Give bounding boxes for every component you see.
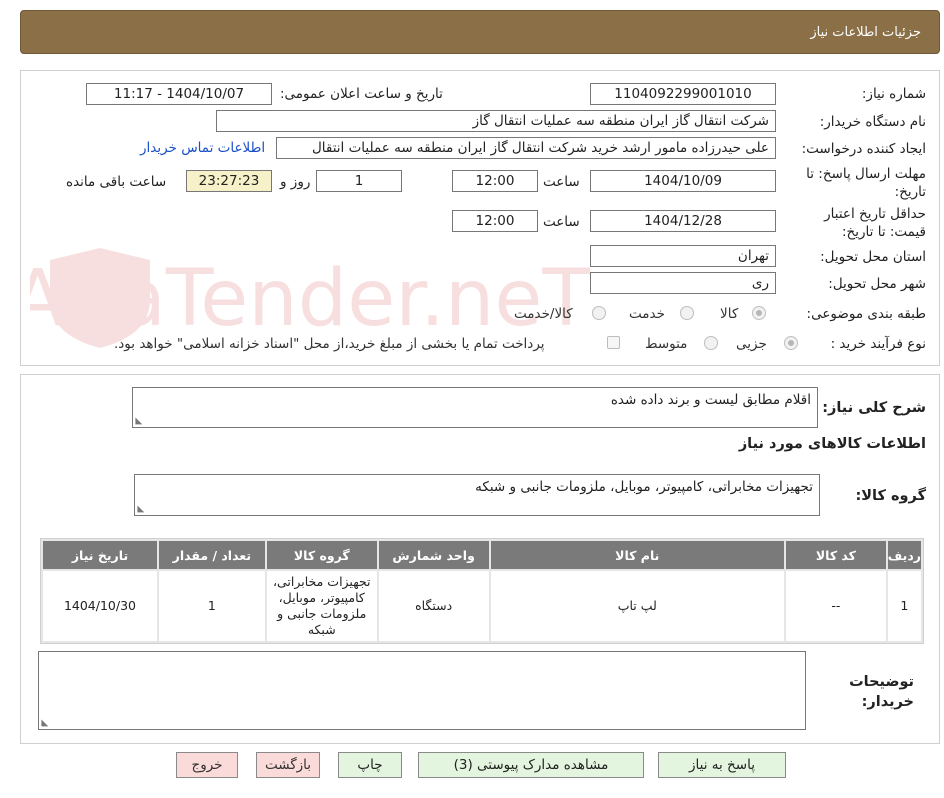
goods-group-textarea[interactable]: تجهیزات مخابراتی، کامپیوتر، موبایل، ملزو… — [134, 474, 820, 516]
cell-unit: دستگاه — [378, 571, 489, 641]
category-both-radio[interactable] — [592, 306, 606, 320]
col-goods-name: نام کالا — [490, 541, 784, 569]
process-minor-radio[interactable] — [784, 336, 798, 350]
col-quantity: تعداد / مقدار — [158, 541, 265, 569]
col-need-date: تاریخ نیاز — [43, 541, 157, 569]
province-label: استان محل تحویل: — [820, 249, 926, 265]
days-label: روز و — [280, 174, 311, 190]
cell-goods-group: تجهیزات مخابراتی، کامپیوتر، موبایل، ملزو… — [266, 571, 377, 641]
need-number-field: 1104092299001010 — [590, 83, 776, 105]
buyer-notes-label: توضیحات خریدار: — [849, 674, 914, 710]
print-button[interactable]: چاپ — [338, 752, 402, 778]
deadline-label: مهلت ارسال پاسخ: تا تاریخ: — [806, 166, 926, 200]
col-unit: واحد شمارش — [378, 541, 489, 569]
process-medium-label: متوسط — [645, 336, 688, 352]
cell-goods-code: -- — [785, 571, 886, 641]
page-title: جزئیات اطلاعات نیاز — [810, 25, 921, 40]
table-row: 1 -- لپ تاپ دستگاه تجهیزات مخابراتی، کام… — [43, 571, 921, 641]
category-service-radio[interactable] — [680, 306, 694, 320]
announce-label: تاریخ و ساعت اعلان عمومی: — [280, 86, 443, 102]
goods-section-title: اطلاعات کالاهای مورد نیاز — [738, 436, 926, 452]
cell-need-date: 1404/10/30 — [43, 571, 157, 641]
category-label: طبقه بندی موضوعی: — [806, 306, 926, 322]
need-number-label: شماره نیاز: — [861, 86, 926, 102]
treasury-payment-checkbox[interactable] — [607, 336, 620, 349]
price-validity-time-label: ساعت — [543, 214, 580, 230]
treasury-payment-note: پرداخت تمام یا بخشی از مبلغ خرید،از محل … — [114, 336, 545, 352]
resize-grip-icon[interactable]: ◢ — [39, 720, 49, 727]
buyer-org-field: شرکت انتقال گاز ایران منطقه سه عملیات ان… — [216, 110, 776, 132]
category-service-label: خدمت — [629, 306, 665, 322]
deadline-time-field: 12:00 — [452, 170, 538, 192]
category-goods-label: کالا — [720, 306, 739, 322]
city-field: ری — [590, 272, 776, 294]
price-validity-date-field: 1404/12/28 — [590, 210, 776, 232]
cell-row-number: 1 — [887, 571, 921, 641]
city-label: شهر محل تحویل: — [828, 276, 926, 292]
reply-button[interactable]: پاسخ به نیاز — [658, 752, 786, 778]
remaining-label: ساعت باقی مانده — [66, 174, 167, 190]
category-both-label: کالا/خدمت — [514, 306, 573, 322]
col-goods-group: گروه کالا — [266, 541, 377, 569]
process-minor-label: جزیی — [736, 336, 767, 352]
resize-grip-icon[interactable]: ◢ — [135, 506, 145, 513]
exit-button[interactable]: خروج — [176, 752, 238, 778]
deadline-time-label: ساعت — [543, 174, 580, 190]
category-goods-radio[interactable] — [752, 306, 766, 320]
col-goods-code: کد کالا — [785, 541, 886, 569]
process-label: نوع فرآیند خرید : — [830, 336, 926, 352]
goods-group-label: گروه کالا: — [855, 488, 926, 504]
buyer-org-label: نام دستگاه خریدار: — [819, 114, 926, 130]
requester-field: علی حیدرزاده مامور ارشد خرید شرکت انتقال… — [276, 137, 776, 159]
announce-field: 1404/10/07 - 11:17 — [86, 83, 272, 105]
attachments-button[interactable]: مشاهده مدارک پیوستی (3) — [418, 752, 644, 778]
col-row-number: ردیف — [887, 541, 921, 569]
back-button[interactable]: بازگشت — [256, 752, 320, 778]
description-label: شرح کلی نیاز: — [822, 400, 926, 416]
resize-grip-icon[interactable]: ◢ — [133, 418, 143, 425]
price-validity-label: حداقل تاریخ اعتبار قیمت: تا تاریخ: — [824, 206, 926, 240]
requester-label: ایجاد کننده درخواست: — [801, 141, 926, 157]
price-validity-time-field: 12:00 — [452, 210, 538, 232]
remaining-time-field: 23:27:23 — [186, 170, 272, 192]
process-medium-radio[interactable] — [704, 336, 718, 350]
description-textarea[interactable]: اقلام مطابق لیست و برند داده شده ◢ — [132, 387, 818, 428]
province-field: تهران — [590, 245, 776, 267]
goods-group-text: تجهیزات مخابراتی، کامپیوتر، موبایل، ملزو… — [475, 479, 813, 495]
cell-goods-name: لپ تاپ — [490, 571, 784, 641]
table-header-row: ردیف کد کالا نام کالا واحد شمارش گروه کا… — [43, 541, 921, 569]
days-field: 1 — [316, 170, 402, 192]
deadline-date-field: 1404/10/09 — [590, 170, 776, 192]
cell-quantity: 1 — [158, 571, 265, 641]
buyer-contact-link[interactable]: اطلاعات تماس خریدار — [140, 140, 265, 156]
goods-table: ردیف کد کالا نام کالا واحد شمارش گروه کا… — [40, 538, 924, 644]
buyer-notes-textarea[interactable]: ◢ — [38, 651, 806, 730]
header-bar: جزئیات اطلاعات نیاز — [20, 10, 940, 54]
description-text: اقلام مطابق لیست و برند داده شده — [610, 392, 811, 408]
